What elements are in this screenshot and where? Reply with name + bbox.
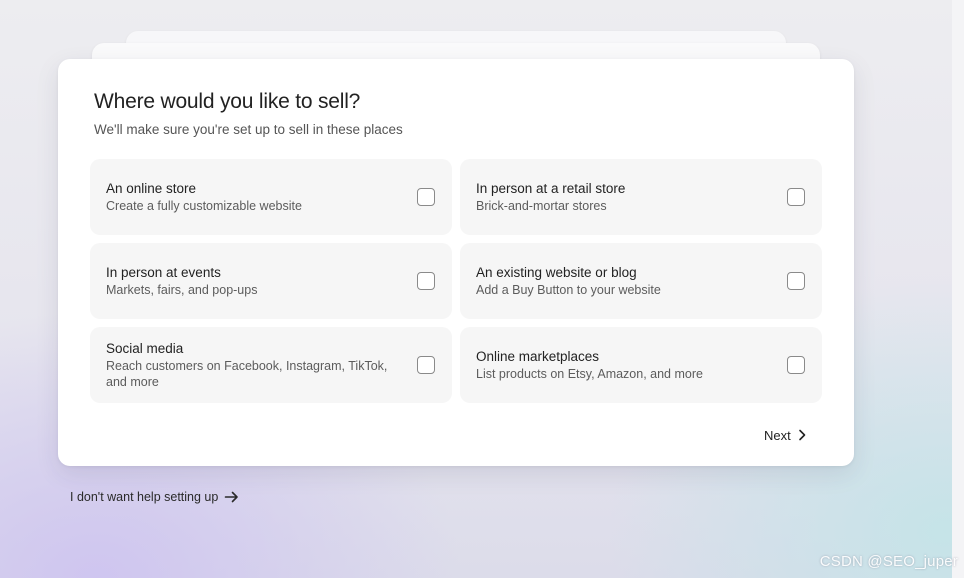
skip-setup-label: I don't want help setting up	[70, 490, 219, 504]
chevron-right-icon	[797, 429, 807, 441]
page-title: Where would you like to sell?	[94, 90, 361, 113]
option-description: Brick-and-mortar stores	[476, 199, 607, 213]
next-button[interactable]: Next	[758, 425, 813, 445]
watermark: CSDN @SEO_juper	[819, 553, 958, 570]
option-title: An existing website or blog	[476, 265, 637, 280]
option-existing-website[interactable]: An existing website or blog Add a Buy Bu…	[460, 243, 822, 319]
option-text: In person at events Markets, fairs, and …	[106, 264, 396, 298]
page-subtitle: We'll make sure you're set up to sell in…	[94, 122, 403, 137]
option-events[interactable]: In person at events Markets, fairs, and …	[90, 243, 452, 319]
right-edge-strip	[952, 0, 964, 578]
option-title: Online marketplaces	[476, 349, 600, 364]
option-title: Social media	[106, 341, 184, 356]
option-retail-store[interactable]: In person at a retail store Brick-and-mo…	[460, 159, 822, 235]
option-online-store[interactable]: An online store Create a fully customiza…	[90, 159, 452, 235]
option-title: In person at a retail store	[476, 181, 626, 196]
option-online-marketplaces[interactable]: Online marketplaces List products on Ets…	[460, 327, 822, 403]
option-text: Online marketplaces List products on Ets…	[476, 348, 766, 382]
option-description: Reach customers on Facebook, Instagram, …	[106, 359, 388, 389]
option-checkbox[interactable]	[417, 188, 435, 206]
option-description: Add a Buy Button to your website	[476, 283, 661, 297]
option-title: In person at events	[106, 265, 221, 280]
option-checkbox[interactable]	[417, 356, 435, 374]
skip-setup-link[interactable]: I don't want help setting up	[70, 490, 239, 504]
option-description: Markets, fairs, and pop-ups	[106, 283, 258, 297]
option-social-media[interactable]: Social media Reach customers on Facebook…	[90, 327, 452, 403]
option-text: Social media Reach customers on Facebook…	[106, 340, 396, 390]
option-text: An existing website or blog Add a Buy Bu…	[476, 264, 766, 298]
next-button-label: Next	[764, 427, 791, 443]
option-checkbox[interactable]	[417, 272, 435, 290]
option-text: An online store Create a fully customiza…	[106, 180, 396, 214]
arrow-right-icon	[224, 491, 239, 503]
option-checkbox[interactable]	[787, 272, 805, 290]
option-checkbox[interactable]	[787, 356, 805, 374]
option-checkbox[interactable]	[787, 188, 805, 206]
sell-channels-card: Where would you like to sell? We'll make…	[58, 59, 854, 466]
option-description: Create a fully customizable website	[106, 199, 302, 213]
option-title: An online store	[106, 181, 197, 196]
option-text: In person at a retail store Brick-and-mo…	[476, 180, 766, 214]
option-description: List products on Etsy, Amazon, and more	[476, 367, 703, 381]
